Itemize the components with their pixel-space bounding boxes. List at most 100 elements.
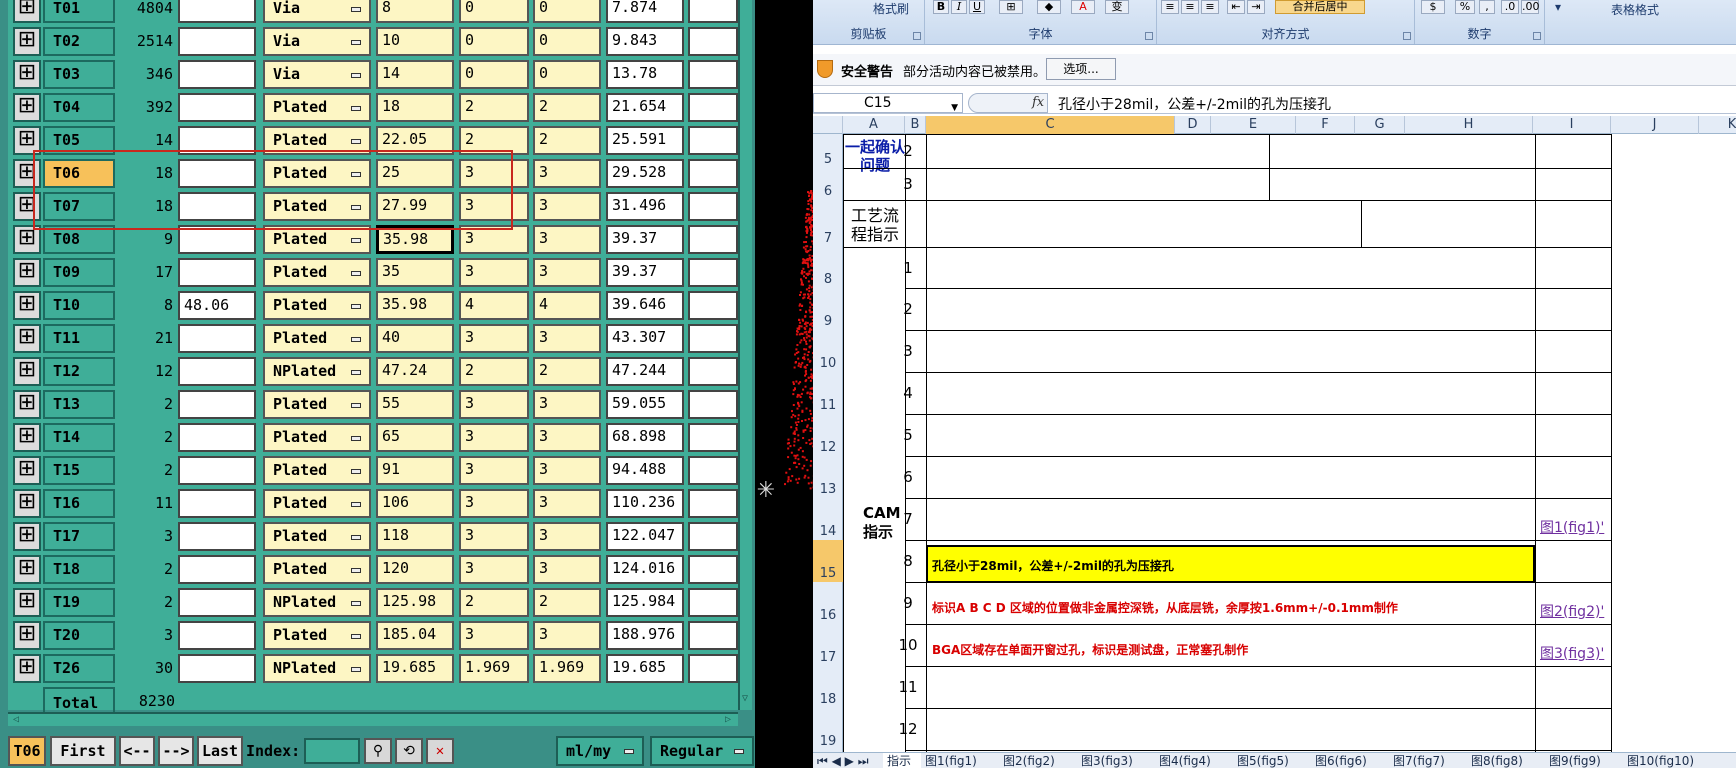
- link-fig3[interactable]: 图3(fig3)': [1540, 643, 1604, 663]
- tool-button[interactable]: T10: [43, 291, 115, 320]
- extra-input[interactable]: [688, 588, 738, 617]
- result-size-input[interactable]: 31.496: [606, 192, 684, 221]
- tool-button[interactable]: T02: [43, 27, 115, 56]
- cell-b6[interactable]: 3: [891, 175, 925, 193]
- finish-size-input[interactable]: [178, 357, 256, 386]
- bold-button[interactable]: B: [933, 0, 949, 14]
- extra-input[interactable]: [688, 357, 738, 386]
- cell-b-row[interactable]: 4: [891, 384, 925, 402]
- expand-icon[interactable]: ⊞: [13, 258, 41, 287]
- tool-button[interactable]: T04: [43, 93, 115, 122]
- extra-input[interactable]: [688, 0, 738, 23]
- result-size-input[interactable]: 188.976: [606, 621, 684, 650]
- expand-icon[interactable]: ⊞: [13, 357, 41, 386]
- minus-tolerance-input[interactable]: 3: [533, 225, 601, 254]
- column-header-d[interactable]: D: [1175, 116, 1211, 134]
- minus-tolerance-input[interactable]: 3: [533, 522, 601, 551]
- column-header-k[interactable]: K: [1699, 116, 1736, 134]
- current-tool-button[interactable]: T06: [8, 736, 46, 766]
- cell-c17[interactable]: BGA区域存在单面开窗过孔，标识是测试盘，正常塞孔制作: [932, 641, 1248, 658]
- corner-cell[interactable]: [813, 116, 843, 134]
- expand-icon[interactable]: ⊞: [13, 60, 41, 89]
- finish-size-input[interactable]: [178, 27, 256, 56]
- drill-size-input[interactable]: 106: [376, 489, 454, 518]
- finish-size-input[interactable]: [178, 423, 256, 452]
- drill-size-input[interactable]: 18: [376, 93, 454, 122]
- drill-size-input[interactable]: 35.98: [376, 291, 454, 320]
- plus-tolerance-input[interactable]: 3: [459, 390, 529, 419]
- result-size-input[interactable]: 125.984: [606, 588, 684, 617]
- column-header-j[interactable]: J: [1611, 116, 1699, 134]
- row-header-11[interactable]: 11: [813, 372, 843, 414]
- expand-icon[interactable]: ⊞: [13, 0, 41, 23]
- mode-select[interactable]: Regular: [650, 736, 754, 766]
- hole-type-select[interactable]: Plated: [263, 621, 371, 650]
- row-header-10[interactable]: 10: [813, 330, 843, 372]
- cell-b-row[interactable]: 3: [891, 342, 925, 360]
- drill-size-input[interactable]: 185.04: [376, 621, 454, 650]
- increase-decimal-icon[interactable]: .0: [1501, 0, 1519, 14]
- extra-input[interactable]: [688, 555, 738, 584]
- expand-icon[interactable]: ⊞: [13, 93, 41, 122]
- sheet-tab[interactable]: 图4(fig4): [1155, 753, 1233, 768]
- hole-type-select[interactable]: NPlated: [263, 654, 371, 683]
- extra-input[interactable]: [688, 258, 738, 287]
- finish-size-input[interactable]: [178, 324, 256, 353]
- finish-size-input[interactable]: [178, 390, 256, 419]
- cell-b-row[interactable]: 7: [891, 510, 925, 528]
- tool-button[interactable]: T11: [43, 324, 115, 353]
- expand-icon[interactable]: ⊞: [13, 621, 41, 650]
- minus-tolerance-input[interactable]: 2: [533, 93, 601, 122]
- result-size-input[interactable]: 13.78: [606, 60, 684, 89]
- column-header-a[interactable]: A: [843, 116, 905, 134]
- dialog-launcher-icon[interactable]: [1533, 32, 1541, 40]
- name-box[interactable]: C15 ▼: [813, 93, 963, 113]
- sheet-tab[interactable]: 图9(fig9): [1545, 753, 1623, 768]
- tool-button[interactable]: T14: [43, 423, 115, 452]
- hole-type-select[interactable]: Plated: [263, 93, 371, 122]
- drill-size-input[interactable]: 35: [376, 258, 454, 287]
- plus-tolerance-input[interactable]: 2: [459, 357, 529, 386]
- plus-tolerance-input[interactable]: 3: [459, 489, 529, 518]
- cell-a-cam[interactable]: CAM指示: [863, 504, 901, 542]
- drill-size-input[interactable]: 14: [376, 60, 454, 89]
- minus-tolerance-input[interactable]: 3: [533, 258, 601, 287]
- font-color-icon[interactable]: A: [1071, 0, 1095, 14]
- align-left-icon[interactable]: ≡: [1161, 0, 1179, 14]
- drill-size-input[interactable]: 47.24: [376, 357, 454, 386]
- result-size-input[interactable]: 59.055: [606, 390, 684, 419]
- plus-tolerance-input[interactable]: 0: [459, 27, 529, 56]
- extra-input[interactable]: [688, 522, 738, 551]
- extra-input[interactable]: [688, 324, 738, 353]
- extra-input[interactable]: [688, 93, 738, 122]
- minus-tolerance-input[interactable]: 3: [533, 489, 601, 518]
- hole-type-select[interactable]: Plated: [263, 390, 371, 419]
- minus-tolerance-input[interactable]: 0: [533, 60, 601, 89]
- cell-b5[interactable]: 2: [891, 142, 925, 160]
- extra-input[interactable]: [688, 489, 738, 518]
- plus-tolerance-input[interactable]: 2: [459, 588, 529, 617]
- drill-size-input[interactable]: 118: [376, 522, 454, 551]
- finish-size-input[interactable]: [178, 93, 256, 122]
- unit-select[interactable]: ml/my: [556, 736, 644, 766]
- minus-tolerance-input[interactable]: 0: [533, 27, 601, 56]
- column-header-b[interactable]: B: [905, 116, 926, 134]
- finish-size-input[interactable]: [178, 522, 256, 551]
- chevron-down-icon[interactable]: ▼: [951, 99, 958, 117]
- column-header-g[interactable]: G: [1355, 116, 1405, 134]
- italic-button[interactable]: I: [951, 0, 967, 14]
- tool-button[interactable]: T26: [43, 654, 115, 683]
- finish-size-input[interactable]: [178, 621, 256, 650]
- expand-icon[interactable]: ⊞: [13, 27, 41, 56]
- worksheet-grid[interactable]: 一起确认问题 工艺流程指示 CAM指示 C指 孔径小于28mil，公差+/-2m…: [843, 134, 1736, 754]
- cell-b-row[interactable]: 5: [891, 426, 925, 444]
- tool-button[interactable]: T17: [43, 522, 115, 551]
- row-header-19[interactable]: 19: [813, 708, 843, 750]
- hole-type-select[interactable]: Plated: [263, 489, 371, 518]
- drill-size-input[interactable]: 120: [376, 555, 454, 584]
- drill-size-input[interactable]: 40: [376, 324, 454, 353]
- tool-button[interactable]: T18: [43, 555, 115, 584]
- extra-input[interactable]: [688, 456, 738, 485]
- result-size-input[interactable]: 94.488: [606, 456, 684, 485]
- refresh-icon[interactable]: ⟲: [395, 738, 423, 764]
